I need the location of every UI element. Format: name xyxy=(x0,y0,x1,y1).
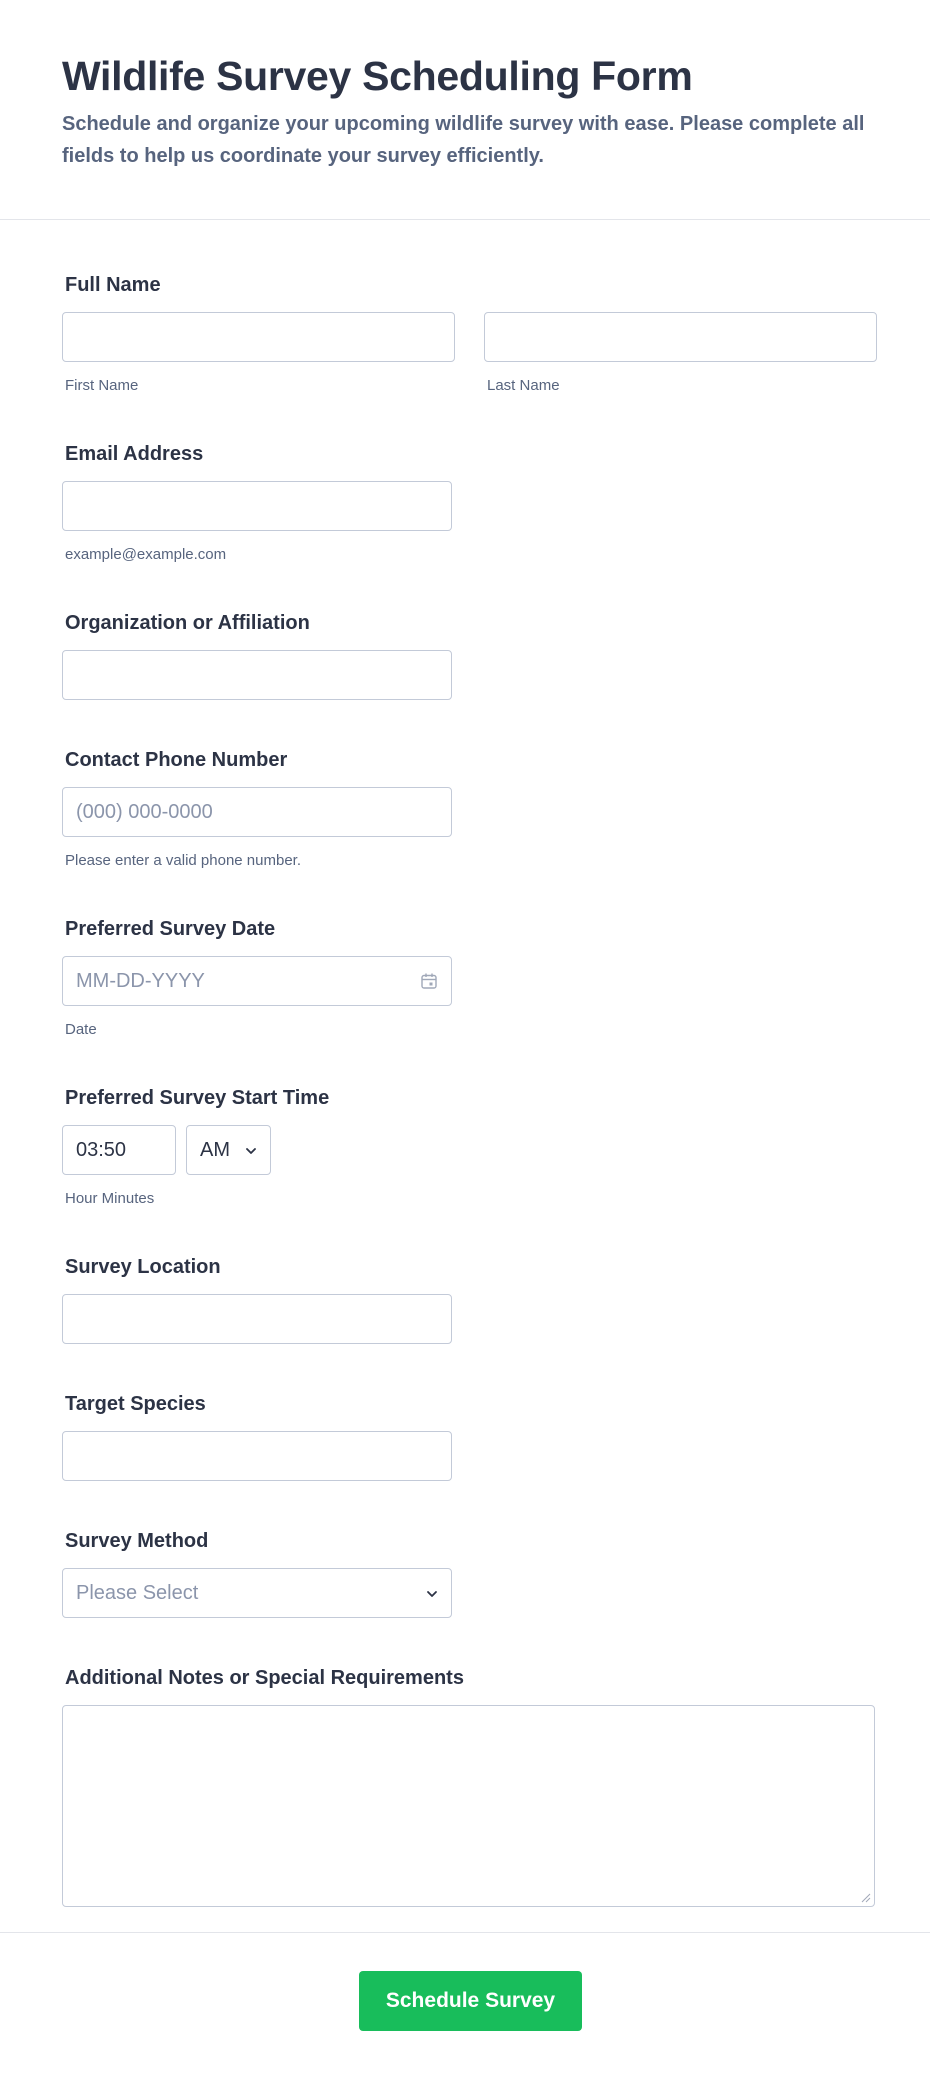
email-input[interactable] xyxy=(62,481,452,531)
date-input[interactable]: MM-DD-YYYY xyxy=(62,956,452,1006)
full-name-label: Full Name xyxy=(65,274,161,296)
resize-handle-icon[interactable] xyxy=(860,1892,871,1903)
date-sublabel: Date xyxy=(65,1021,97,1038)
last-name-sublabel: Last Name xyxy=(487,377,560,394)
phone-label: Contact Phone Number xyxy=(65,749,288,771)
header-divider xyxy=(0,219,930,220)
start-time-label: Preferred Survey Start Time xyxy=(65,1087,330,1109)
time-input[interactable]: 03:50 xyxy=(62,1125,176,1175)
schedule-survey-button[interactable]: Schedule Survey xyxy=(359,1971,582,2031)
calendar-icon[interactable] xyxy=(420,972,438,990)
ampm-value: AM xyxy=(200,1139,230,1161)
organization-field: Organization or Affiliation xyxy=(62,610,452,700)
ampm-select[interactable]: AM xyxy=(186,1125,271,1175)
full-name-field: Full Name First Name Last Name xyxy=(62,272,877,396)
footer-divider xyxy=(0,1932,930,1933)
chevron-down-icon xyxy=(427,1591,437,1597)
form-header: Wildlife Survey Scheduling Form Schedule… xyxy=(62,48,882,172)
date-field: Preferred Survey Date MM-DD-YYYY Date xyxy=(62,916,452,1040)
phone-placeholder: (000) 000-0000 xyxy=(76,801,213,823)
form-page: Wildlife Survey Scheduling Form Schedule… xyxy=(0,0,930,2081)
email-field: Email Address example@example.com xyxy=(62,441,452,565)
location-label: Survey Location xyxy=(65,1256,221,1278)
first-name-input[interactable] xyxy=(62,312,455,362)
location-input[interactable] xyxy=(62,1294,452,1344)
date-label: Preferred Survey Date xyxy=(65,918,276,940)
notes-textarea[interactable] xyxy=(62,1705,875,1907)
chevron-down-icon xyxy=(246,1148,256,1154)
last-name-input[interactable] xyxy=(484,312,877,362)
email-label: Email Address xyxy=(65,443,204,465)
form-subtitle: Schedule and organize your upcoming wild… xyxy=(62,113,865,167)
method-select[interactable]: Please Select xyxy=(62,1568,452,1618)
organization-label: Organization or Affiliation xyxy=(65,612,310,634)
location-field: Survey Location xyxy=(62,1254,452,1344)
notes-field: Additional Notes or Special Requirements xyxy=(62,1665,875,1907)
date-placeholder: MM-DD-YYYY xyxy=(76,970,205,992)
phone-sublabel: Please enter a valid phone number. xyxy=(65,852,301,869)
time-sublabel: Hour Minutes xyxy=(65,1190,155,1207)
email-sublabel: example@example.com xyxy=(65,546,227,563)
species-field: Target Species xyxy=(62,1391,452,1481)
phone-field: Contact Phone Number (000) 000-0000 Plea… xyxy=(62,747,452,871)
phone-input[interactable]: (000) 000-0000 xyxy=(62,787,452,837)
method-label: Survey Method xyxy=(65,1530,209,1552)
method-field: Survey Method Please Select xyxy=(62,1528,452,1618)
first-name-sublabel: First Name xyxy=(65,377,139,394)
start-time-field: Preferred Survey Start Time 03:50 AM Hou… xyxy=(62,1085,329,1209)
species-label: Target Species xyxy=(65,1393,206,1415)
organization-input[interactable] xyxy=(62,650,452,700)
form-title: Wildlife Survey Scheduling Form xyxy=(62,53,693,99)
species-input[interactable] xyxy=(62,1431,452,1481)
method-selected: Please Select xyxy=(76,1582,199,1604)
notes-label: Additional Notes or Special Requirements xyxy=(65,1667,464,1689)
